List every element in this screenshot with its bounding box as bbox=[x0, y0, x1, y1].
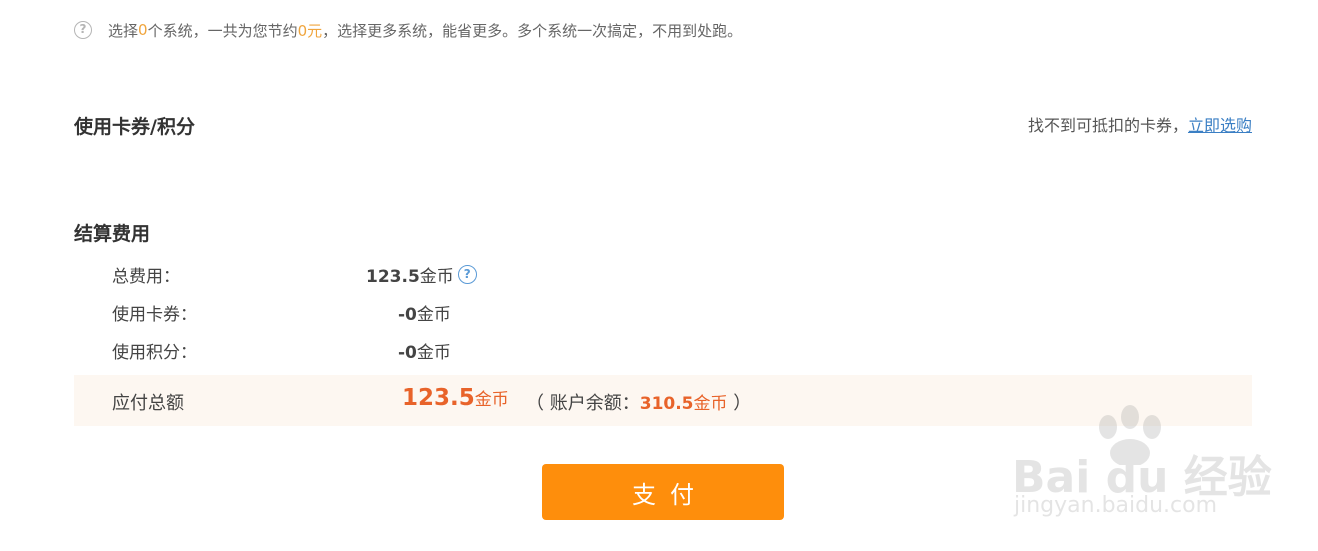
buy-now-link[interactable]: 立即选购 bbox=[1188, 116, 1252, 135]
account-balance: （ 账户余额：310.5金币 ） bbox=[526, 393, 752, 414]
total-fee-value: 123.5金币? bbox=[366, 262, 477, 287]
amount-due-value: 123.5金币 bbox=[402, 385, 509, 411]
points-deduction-value: -0金币 bbox=[398, 342, 451, 363]
info-prefix: 选择 bbox=[108, 21, 139, 40]
coupon-deduction-value: -0金币 bbox=[398, 304, 451, 325]
info-count: 0 bbox=[138, 21, 148, 39]
total-fee-label: 总费用： bbox=[112, 266, 180, 287]
coupon-hint: 找不到可抵扣的卡券，立即选购 bbox=[1028, 112, 1252, 136]
savings-info-line: ? 选择 0 个系统，一共为您节约 0元 ，选择更多系统，能省更多。多个系统一次搞定，不… bbox=[74, 18, 742, 42]
coupon-deduction-label: 使用卡券： bbox=[112, 304, 197, 325]
watermark-sub-text: jingyan.baidu.com bbox=[1014, 493, 1218, 518]
coupon-section-title: 使用卡券/积分 bbox=[74, 116, 195, 138]
settlement-section-title: 结算费用 bbox=[74, 223, 151, 245]
pay-button[interactable]: 支付 bbox=[542, 464, 784, 520]
info-saved: 0元 bbox=[297, 21, 323, 40]
coupon-hint-text: 找不到可抵扣的卡券， bbox=[1027, 116, 1188, 135]
fee-help-icon[interactable]: ? bbox=[457, 264, 477, 284]
info-mid: 个系统，一共为您节约 bbox=[147, 21, 298, 40]
points-deduction-label: 使用积分： bbox=[112, 342, 197, 363]
help-icon[interactable]: ? bbox=[74, 21, 92, 39]
info-suffix: ，选择更多系统，能省更多。多个系统一次搞定，不用到处跑。 bbox=[322, 21, 743, 40]
baidu-jingyan-watermark: Bai du 经验 jingyan.baidu.com bbox=[1010, 405, 1272, 535]
amount-due-label: 应付总额 bbox=[112, 393, 184, 414]
